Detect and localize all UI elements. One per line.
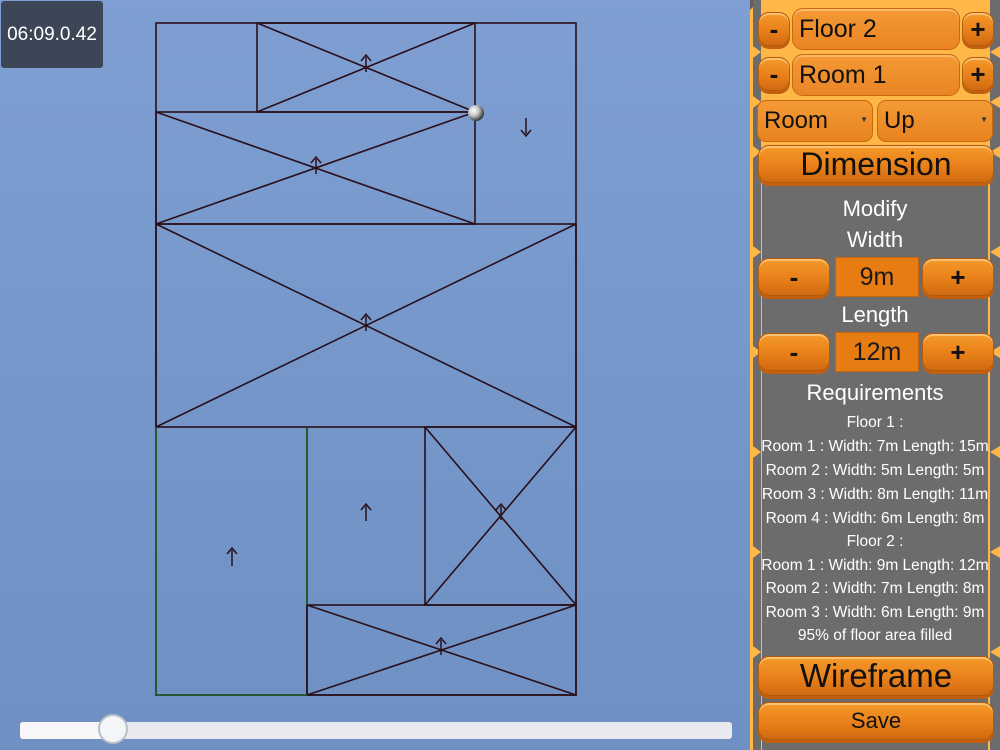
requirement-line: Room 3 : Width: 6m Length: 9m: [765, 604, 985, 621]
timeline-slider[interactable]: [20, 714, 732, 744]
arrow-down-icon: [520, 118, 532, 138]
room-plus-button[interactable]: +: [962, 57, 994, 91]
slider-thumb[interactable]: [98, 714, 128, 744]
floor-plus-button[interactable]: +: [962, 12, 994, 46]
requirement-line: Room 2 : Width: 5m Length: 5m: [765, 462, 985, 479]
room-minus-button[interactable]: -: [758, 57, 790, 91]
type-dropdown-value: Room: [764, 107, 829, 134]
arrow-up-icon: [226, 546, 238, 566]
wireframe-button[interactable]: Wireframe: [758, 656, 994, 696]
arrow-up-icon: [360, 502, 372, 521]
arrow-up-icon: [310, 155, 322, 174]
requirement-line: Room 2 : Width: 7m Length: 8m: [765, 580, 985, 597]
requirement-line: Room 1 : Width: 7m Length: 15m: [761, 438, 989, 455]
control-panel: - Floor 2 + - Room 1 + Room ▼ Up ▼ Dimen…: [750, 0, 1000, 750]
requirements-heading: Requirements: [806, 380, 944, 405]
room-field: Room 1: [792, 54, 960, 96]
requirement-line: Room 4 : Width: 6m Length: 8m: [765, 510, 985, 527]
floor-outline: [155, 22, 577, 696]
arrow-up-icon: [360, 312, 372, 331]
modify-heading: Modify: [842, 196, 908, 221]
requirement-line: Room 1 : Width: 9m Length: 12m: [761, 557, 989, 574]
requirement-line: Floor 2 :: [846, 533, 904, 550]
arrow-up-icon: [435, 636, 447, 655]
chevron-down-icon: ▼: [860, 115, 868, 124]
direction-dropdown[interactable]: Up ▼: [877, 100, 993, 142]
width-plus-button[interactable]: +: [922, 258, 994, 296]
length-minus-button[interactable]: -: [758, 333, 830, 371]
direction-dropdown-value: Up: [884, 107, 915, 134]
width-value: 9m: [835, 257, 919, 297]
requirement-line: Floor 1 :: [846, 414, 904, 431]
requirement-line: Room 3 : Width: 8m Length: 11m: [761, 486, 989, 503]
floor-minus-button[interactable]: -: [758, 12, 790, 46]
length-plus-button[interactable]: +: [922, 333, 994, 371]
save-button[interactable]: Save: [758, 702, 994, 740]
floor-plan-canvas[interactable]: [0, 0, 750, 715]
vertex-handle: [468, 105, 484, 121]
dimension-button[interactable]: Dimension: [758, 145, 994, 183]
floor-area-status: 95% of floor area filled: [797, 627, 953, 644]
width-minus-button[interactable]: -: [758, 258, 830, 296]
length-value: 12m: [835, 332, 919, 372]
length-label: Length: [841, 302, 909, 327]
type-dropdown[interactable]: Room ▼: [757, 100, 873, 142]
floor-field: Floor 2: [792, 8, 960, 50]
chevron-down-icon: ▼: [980, 115, 988, 124]
width-label: Width: [846, 227, 904, 252]
